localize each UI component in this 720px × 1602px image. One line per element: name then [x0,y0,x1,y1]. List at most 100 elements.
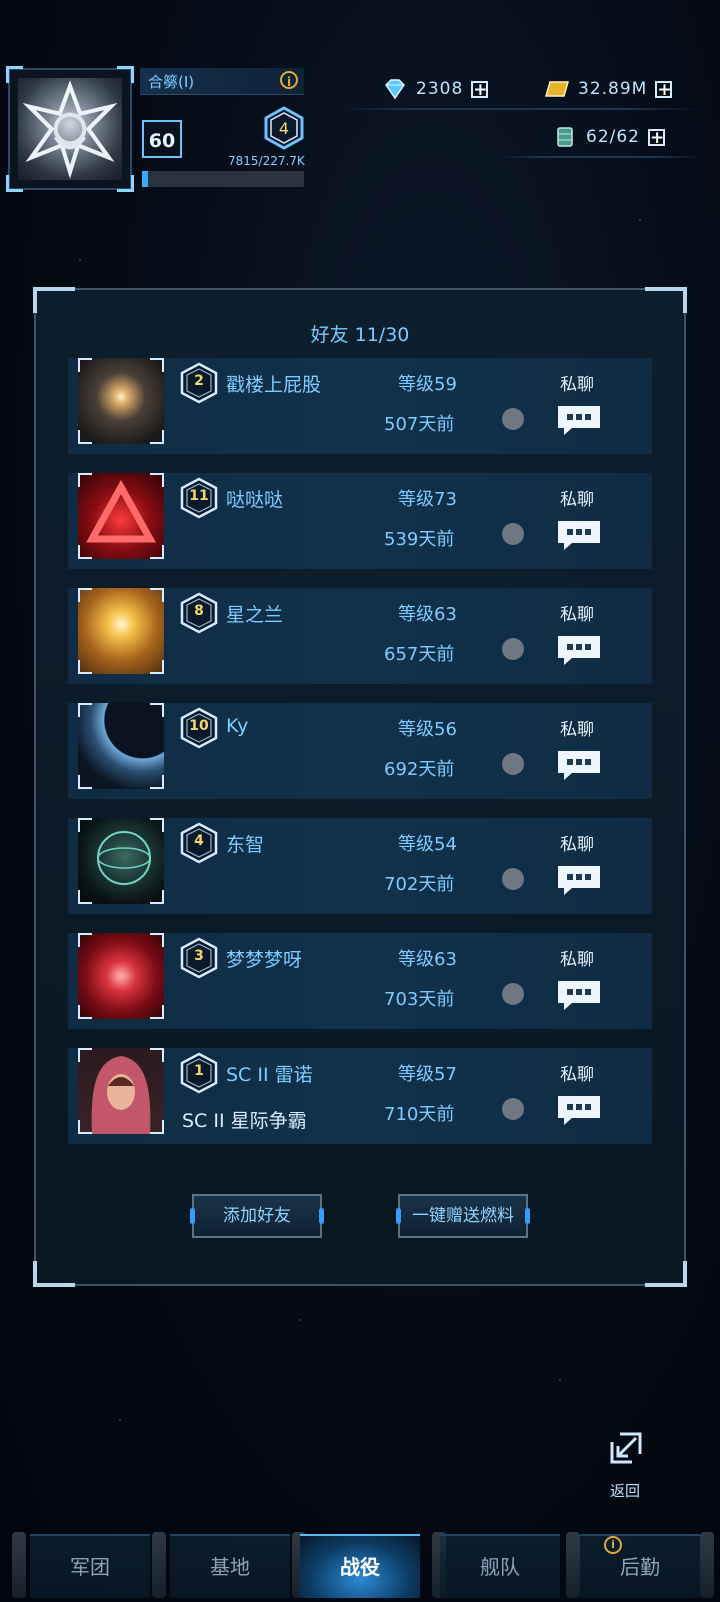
friend-row[interactable]: 8 星之兰 等级63 657天前 私聊 [68,588,652,684]
friend-level: 等级57 [398,1064,457,1085]
offline-status-icon [502,408,524,430]
friends-panel: 好友 11/30 2 戳楼上屁股 等级59 507天前 私聊 11 哒哒哒 等级… [33,287,687,1287]
private-chat-label[interactable]: 私聊 [560,945,594,970]
tab-base[interactable]: 基地 [170,1534,290,1598]
friend-row[interactable]: 1 SC II 雷诺 SC II 星际争霸 等级57 710天前 私聊 [68,1048,652,1144]
gold-value: 32.89M [578,79,648,99]
friend-last-seen: 507天前 [384,414,455,435]
friend-row[interactable]: 10 Ky 等级56 692天前 私聊 [68,703,652,799]
tab-legion[interactable]: 军团 [30,1534,150,1598]
bottom-navigation: 军团 基地 战役 舰队 后勤 i [0,1528,720,1602]
player-level: 60 [142,120,182,158]
player-name-bar[interactable]: 合簩(I) i [140,68,304,95]
info-icon[interactable]: i [280,71,298,89]
friend-avatar[interactable] [78,933,164,1019]
chat-bubble-icon[interactable] [556,979,602,1011]
friend-last-seen: 657天前 [384,644,455,665]
friend-rank-badge-icon: 10 [180,707,218,749]
friend-avatar[interactable] [78,473,164,559]
player-rank: 4 [279,119,289,138]
friend-level: 等级54 [398,834,457,855]
friend-avatar[interactable] [78,358,164,444]
gems-value: 2308 [416,79,464,99]
friend-avatar[interactable] [78,588,164,674]
friend-name: 梦梦梦呀 [226,949,303,971]
private-chat-label[interactable]: 私聊 [560,485,594,510]
exp-progress-bar [142,171,304,187]
friend-avatar[interactable] [78,1048,164,1134]
friend-avatar[interactable] [78,818,164,904]
offline-status-icon [502,983,524,1005]
chat-bubble-icon[interactable] [556,1094,602,1126]
private-chat-label[interactable]: 私聊 [560,1060,594,1085]
back-arrow-icon[interactable] [606,1428,646,1468]
back-label[interactable]: 返回 [610,1480,640,1501]
friend-rank-badge-icon: 4 [180,822,218,864]
rank-badge-icon: 4 [264,106,304,150]
chat-bubble-icon[interactable] [556,519,602,551]
private-chat-label[interactable]: 私聊 [560,370,594,395]
notice-icon: i [604,1536,622,1554]
emblem-icon [18,78,122,180]
private-chat-label[interactable]: 私聊 [560,715,594,740]
chat-bubble-icon[interactable] [556,749,602,781]
friend-last-seen: 703天前 [384,989,455,1010]
friend-level: 等级73 [398,489,457,510]
tab-fleet[interactable]: 舰队 [440,1534,560,1598]
exp-progress-fill [142,171,148,187]
add-fuel-button[interactable]: + [648,128,665,146]
diamond-icon [385,79,405,100]
private-chat-label[interactable]: 私聊 [560,830,594,855]
friend-rank-badge-icon: 2 [180,362,218,404]
friend-avatar[interactable] [78,703,164,789]
friend-row[interactable]: 3 梦梦梦呀 等级63 703天前 私聊 [68,933,652,1029]
player-exp: 7815/227.7K [228,154,305,168]
friend-name: 东智 [226,834,265,856]
fuel-value: 62/62 [586,127,640,147]
friend-last-seen: 702天前 [384,874,455,895]
friend-name: Ky [226,715,249,737]
friend-rank: 2 [194,373,204,389]
friend-row[interactable]: 11 哒哒哒 等级73 539天前 私聊 [68,473,652,569]
tab-logistics[interactable]: 后勤 [580,1534,700,1598]
friend-last-seen: 539天前 [384,529,455,550]
gold-resource: 32.89M + [544,78,673,100]
tab-campaign[interactable]: 战役 [300,1534,420,1598]
fuel-barrel-icon [557,127,573,147]
friend-rank-badge-icon: 1 [180,1052,218,1094]
player-name: 合簩(I) [148,73,195,91]
offline-status-icon [502,1098,524,1120]
private-chat-label[interactable]: 私聊 [560,600,594,625]
friend-rank: 8 [194,603,204,619]
offline-status-icon [502,523,524,545]
gift-fuel-button[interactable]: 一键赠送燃料 [396,1194,530,1238]
add-gems-button[interactable]: + [471,80,489,98]
gold-bar-icon [545,81,569,97]
add-friend-button[interactable]: 添加好友 [190,1194,324,1238]
friend-last-seen: 692天前 [384,759,455,780]
friend-rank-badge-icon: 11 [180,477,218,519]
add-gold-button[interactable]: + [655,80,673,98]
friend-name: 星之兰 [226,604,284,626]
friend-level: 等级59 [398,374,457,395]
friend-name: 戳楼上屁股 [226,374,322,396]
chat-bubble-icon[interactable] [556,864,602,896]
chat-bubble-icon[interactable] [556,404,602,436]
friend-rank-badge-icon: 3 [180,937,218,979]
player-avatar[interactable] [6,66,134,192]
chat-bubble-icon[interactable] [556,634,602,666]
offline-status-icon [502,638,524,660]
offline-status-icon [502,868,524,890]
friend-name: SC II 雷诺 [226,1064,313,1086]
friend-subtitle: SC II 星际争霸 [182,1110,307,1132]
friend-rank: 4 [194,833,204,849]
friends-title: 好友 11/30 [310,324,410,346]
friend-level: 等级63 [398,949,457,970]
friend-rank: 10 [189,718,209,734]
friend-level: 等级63 [398,604,457,625]
friend-row[interactable]: 2 戳楼上屁股 等级59 507天前 私聊 [68,358,652,454]
friend-row[interactable]: 4 东智 等级54 702天前 私聊 [68,818,652,914]
friend-rank: 3 [194,948,204,964]
friend-rank-badge-icon: 8 [180,592,218,634]
offline-status-icon [502,753,524,775]
